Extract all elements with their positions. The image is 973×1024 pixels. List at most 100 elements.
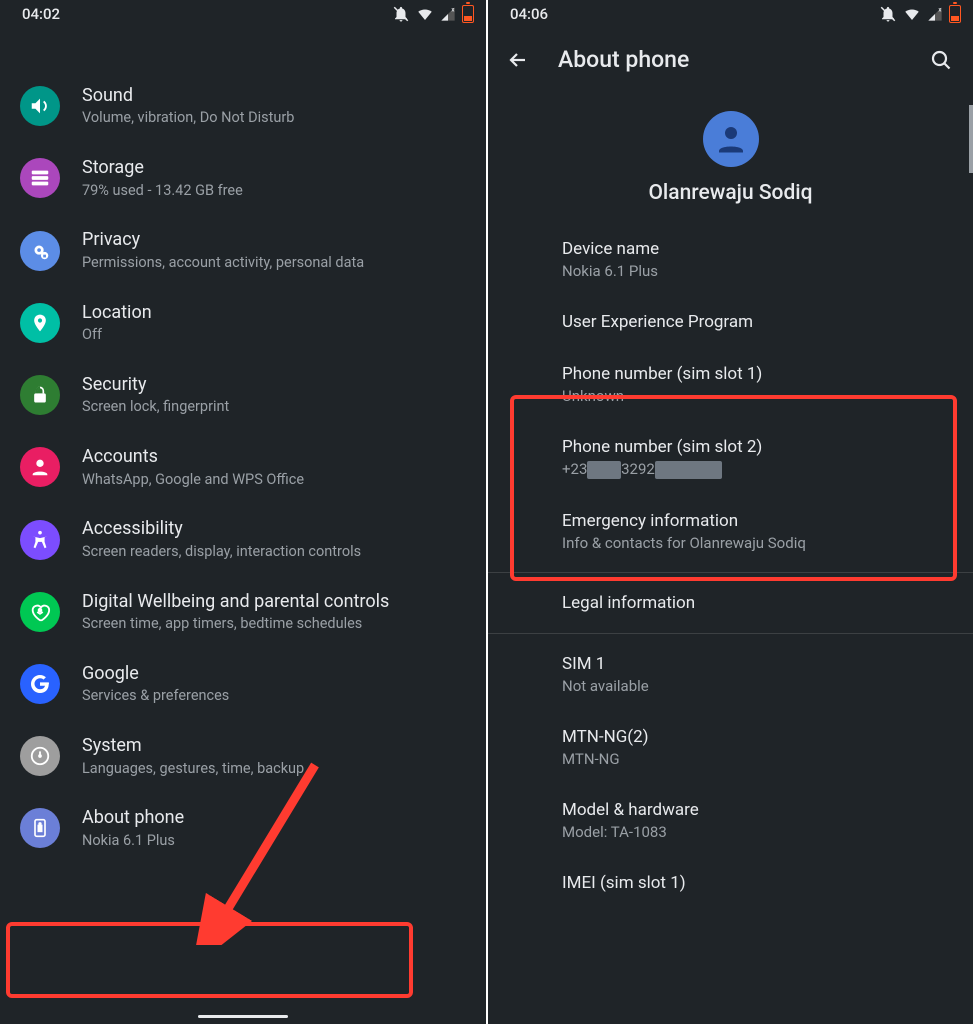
settings-row-storage[interactable]: Storage 79% used - 13.42 GB free <box>0 142 486 214</box>
google-icon <box>20 664 60 704</box>
about-row-model-hardware[interactable]: Model & hardware Model: TA-1083 <box>488 784 973 857</box>
settings-row-about-phone[interactable]: About phone Nokia 6.1 Plus <box>0 792 486 864</box>
settings-screen: 04:02 x Sound Volume, vibration, Do Not D… <box>0 0 486 1024</box>
row-title: Phone number (sim slot 1) <box>562 364 949 384</box>
storage-icon <box>20 158 60 198</box>
row-subtitle: Off <box>82 326 468 345</box>
settings-row-digital-wellbeing-and-parental-controls[interactable]: Digital Wellbeing and parental controls S… <box>0 576 486 648</box>
svg-text:x: x <box>451 6 454 13</box>
settings-row-privacy[interactable]: Privacy Permissions, account activity, pe… <box>0 214 486 286</box>
dnd-off-icon <box>879 5 897 23</box>
row-title: About phone <box>82 806 468 829</box>
clock: 04:06 <box>510 5 548 23</box>
about-row-device-name[interactable]: Device name Nokia 6.1 Plus <box>488 223 973 296</box>
row-subtitle: Volume, vibration, Do Not Disturb <box>82 109 468 128</box>
system-icon <box>20 736 60 776</box>
settings-row-security[interactable]: Security Screen lock, fingerprint <box>0 359 486 431</box>
about-row-user-experience-program[interactable]: User Experience Program <box>488 296 973 348</box>
row-title: Storage <box>82 156 468 179</box>
avatar <box>703 111 759 167</box>
settings-row-location[interactable]: Location Off <box>0 287 486 359</box>
row-title: Privacy <box>82 228 468 251</box>
row-subtitle: Languages, gestures, time, backup <box>82 760 468 779</box>
wifi-icon <box>416 5 434 23</box>
about-row-phone-number-sim-slot-1-[interactable]: Phone number (sim slot 1) Unknown <box>488 348 973 421</box>
about-phone-screen: 04:06 x About phone Olanrewaju Sodiq Dev… <box>486 0 973 1024</box>
row-title: Emergency information <box>562 511 949 531</box>
settings-list[interactable]: Sound Volume, vibration, Do Not Disturb St… <box>0 28 486 865</box>
back-button[interactable] <box>506 48 530 72</box>
divider <box>488 633 973 634</box>
row-title: Model & hardware <box>562 800 949 820</box>
row-title: Accessibility <box>82 517 468 540</box>
row-title: Google <box>82 662 468 685</box>
row-title: Digital Wellbeing and parental controls <box>82 590 468 613</box>
svg-text:x: x <box>938 6 941 13</box>
divider <box>488 572 973 573</box>
row-title: SIM 1 <box>562 654 949 674</box>
about-row-legal-information[interactable]: Legal information <box>488 577 973 629</box>
settings-row-accessibility[interactable]: Accessibility Screen readers, display, in… <box>0 503 486 575</box>
status-icons: x <box>879 5 961 23</box>
status-icons: x <box>392 5 474 23</box>
about-list[interactable]: Device name Nokia 6.1 Plus User Experience… <box>488 223 973 909</box>
row-title: Device name <box>562 239 949 259</box>
row-title: IMEI (sim slot 1) <box>562 873 949 893</box>
row-subtitle: Permissions, account activity, personal … <box>82 254 468 273</box>
location-icon <box>20 303 60 343</box>
settings-row-system[interactable]: System Languages, gestures, time, backup <box>0 720 486 792</box>
dnd-off-icon <box>392 5 410 23</box>
row-subtitle: Unknown <box>562 387 949 405</box>
about-icon <box>20 808 60 848</box>
signal-icon: x <box>927 6 943 22</box>
home-indicator[interactable] <box>198 1015 288 1018</box>
row-title: Location <box>82 301 468 324</box>
row-subtitle: Services & preferences <box>82 687 468 706</box>
row-subtitle: Nokia 6.1 Plus <box>82 832 468 851</box>
accounts-icon <box>20 447 60 487</box>
wellbeing-icon <box>20 592 60 632</box>
row-title: Security <box>82 373 468 396</box>
signal-icon: x <box>440 6 456 22</box>
a11y-icon <box>20 520 60 560</box>
profile-section[interactable]: Olanrewaju Sodiq <box>488 83 973 223</box>
row-subtitle: Screen lock, fingerprint <box>82 398 468 417</box>
search-button[interactable] <box>929 48 953 72</box>
row-subtitle: Screen readers, display, interaction con… <box>82 543 468 562</box>
app-bar: About phone <box>488 28 973 83</box>
security-icon <box>20 375 60 415</box>
row-title: Sound <box>82 84 468 107</box>
row-subtitle: Nokia 6.1 Plus <box>562 262 949 280</box>
page-title: About phone <box>558 46 901 73</box>
highlight-about-phone <box>6 922 413 998</box>
settings-row-accounts[interactable]: Accounts WhatsApp, Google and WPS Office <box>0 431 486 503</box>
row-subtitle: WhatsApp, Google and WPS Office <box>82 471 468 490</box>
wifi-icon <box>903 5 921 23</box>
row-title: System <box>82 734 468 757</box>
about-row-imei-sim-slot-1-[interactable]: IMEI (sim slot 1) <box>488 857 973 909</box>
privacy-icon <box>20 231 60 271</box>
row-subtitle: 79% used - 13.42 GB free <box>82 182 468 201</box>
about-row-emergency-information[interactable]: Emergency information Info & contacts for… <box>488 495 973 568</box>
settings-row-sound[interactable]: Sound Volume, vibration, Do Not Disturb <box>0 70 486 142</box>
about-row-sim-1[interactable]: SIM 1Not available <box>488 638 973 711</box>
battery-icon <box>462 5 474 23</box>
row-subtitle: Info & contacts for Olanrewaju Sodiq <box>562 534 949 552</box>
row-title: Accounts <box>82 445 468 468</box>
settings-row-google[interactable]: Google Services & preferences <box>0 648 486 720</box>
row-subtitle: MTN-NG <box>562 750 949 768</box>
row-subtitle: +230000329200000000 <box>562 460 949 479</box>
status-bar: 04:06 x <box>488 0 973 28</box>
scroll-indicator[interactable] <box>969 105 973 173</box>
row-title: User Experience Program <box>562 312 949 332</box>
profile-name: Olanrewaju Sodiq <box>488 181 973 205</box>
row-title: Phone number (sim slot 2) <box>562 437 949 457</box>
about-row-phone-number-sim-slot-2-[interactable]: Phone number (sim slot 2) +23000032920000… <box>488 421 973 495</box>
row-subtitle: Model: TA-1083 <box>562 823 949 841</box>
clock: 04:02 <box>22 5 60 23</box>
battery-icon <box>949 5 961 23</box>
about-row-mtn-ng-2-[interactable]: MTN-NG(2) MTN-NG <box>488 711 973 784</box>
row-subtitle: Screen time, app timers, bedtime schedul… <box>82 615 468 634</box>
status-bar: 04:02 x <box>0 0 486 28</box>
row-title: MTN-NG(2) <box>562 727 949 747</box>
